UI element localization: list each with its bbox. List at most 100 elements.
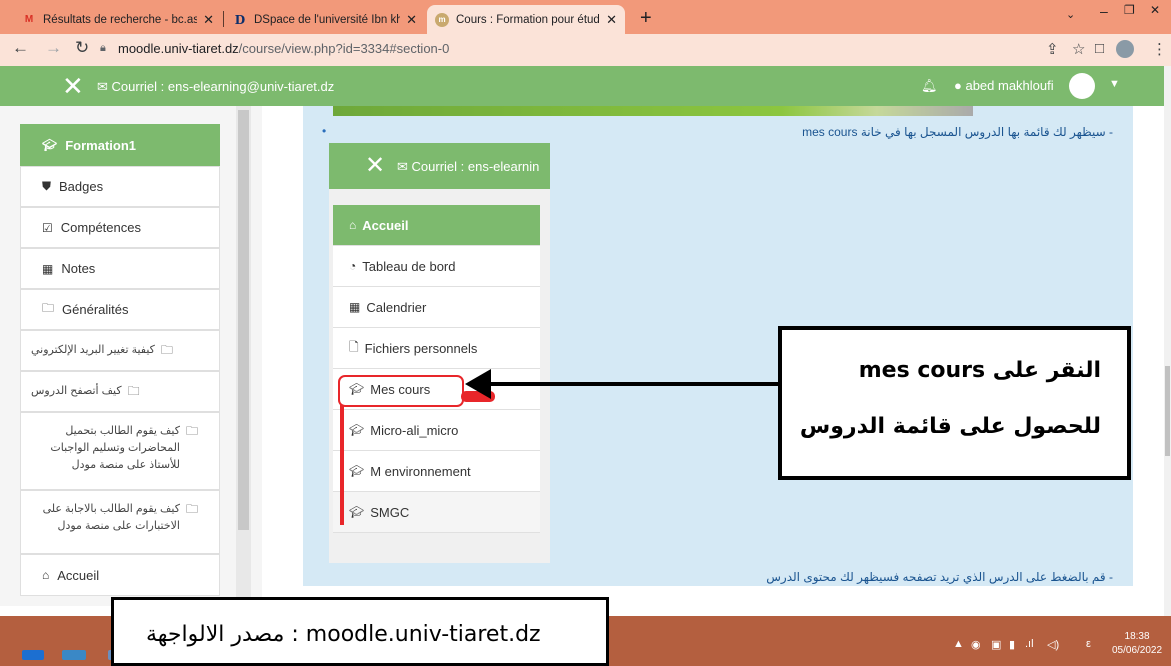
sidepanel-icon[interactable]: □ <box>1095 40 1104 57</box>
browser-tab-3[interactable]: m Cours : Formation pour étudiant ✕ <box>427 5 625 34</box>
profile-avatar[interactable] <box>1116 40 1134 58</box>
user-menu[interactable]: ● abed makhloufi <box>954 78 1054 93</box>
sidebar-item-browse-courses[interactable]: 🗀 كيف أتصفح الدروس <box>20 371 220 412</box>
graduation-cap-icon: 🎓︎ <box>349 505 365 519</box>
sidebar-item-accueil[interactable]: ⌂ Accueil <box>20 554 220 596</box>
sidebar-item-answer-quizzes[interactable]: 🗀 كيف يقوم الطالب بالاجابة على الاختبارات… <box>20 490 220 554</box>
envelope-icon: ✉ <box>97 79 112 94</box>
highlight-line <box>340 405 344 525</box>
forward-icon[interactable]: → <box>45 38 62 58</box>
minimize-icon[interactable]: – <box>1100 3 1108 19</box>
arrow-head-icon <box>465 369 491 399</box>
restore-icon[interactable]: ❐ <box>1124 3 1135 17</box>
clock-time: 18:38 <box>1124 631 1150 642</box>
close-tab-icon[interactable]: ✕ <box>406 12 417 28</box>
bookmark-star-icon[interactable]: ☆ <box>1072 40 1085 58</box>
tab-search-icon[interactable]: ⌄ <box>1066 8 1075 21</box>
clock[interactable]: 18:38 05/06/2022 <box>1112 630 1162 658</box>
user-avatar-icon[interactable] <box>1069 73 1095 99</box>
new-tab-button[interactable]: + <box>640 7 652 30</box>
close-icon: ✕ <box>365 152 386 179</box>
graduation-cap-icon: 🎓︎ <box>349 423 365 437</box>
sidebar-item-upload-assignments[interactable]: 🗀 كيف يقوم الطالب بتحميل المحاضرات وتسليم… <box>20 412 220 490</box>
menu-kebab-icon[interactable]: ⋮ <box>1152 40 1167 58</box>
clock-date: 05/06/2022 <box>1112 645 1163 656</box>
sidebar-item-notes[interactable]: ▦ Notes <box>20 248 220 289</box>
home-icon: ⌂ <box>349 218 357 232</box>
page-scrollbar[interactable] <box>1164 66 1171 616</box>
sidebar-item-email-change[interactable]: 🗀 كيفية تغيير البريد الإلكتروني <box>20 330 220 371</box>
chat-bubble-icon: ● <box>954 78 966 93</box>
url-field[interactable]: moodle.univ-tiaret.dz/course/view.php?id… <box>118 41 449 56</box>
taskbar-app-icon[interactable] <box>62 650 86 660</box>
embedded-email: ✉ Courriel : ens-elearnin <box>397 159 539 175</box>
table-icon: ▦ <box>42 261 54 276</box>
bell-icon[interactable]: 🔔︎ <box>921 78 938 94</box>
browser-tab-1[interactable]: M Résultats de recherche - bc.assist ✕ <box>14 5 222 34</box>
folder-icon: 🗀 <box>42 301 55 315</box>
sidebar-item-label: Accueil <box>57 567 100 583</box>
embedded-menu-environnement: 🎓︎ M environnement <box>333 451 540 492</box>
signal-icon[interactable]: .ıl <box>1025 638 1034 650</box>
menu-label: SMGC <box>370 504 410 520</box>
input-language[interactable]: ε <box>1086 638 1091 650</box>
source-caption-text: مصدر الالواجهة : moodle.univ-tiaret.dz <box>146 622 541 647</box>
banner-image <box>333 106 973 116</box>
sidebar-item-label: كيف يقوم الطالب بتحميل المحاضرات وتسليم … <box>50 425 180 471</box>
close-tab-icon[interactable]: ✕ <box>203 12 214 28</box>
folder-icon: 🗀 <box>160 343 173 357</box>
arrow-shaft <box>488 382 778 386</box>
volume-icon[interactable]: ◁) <box>1047 638 1059 651</box>
sidebar-item-label: Notes <box>61 261 96 276</box>
browser-tab-2[interactable]: D DSpace de l'université Ibn khaldo ✕ <box>225 5 425 34</box>
sidebar-item-label: كيفية تغيير البريد الإلكتروني <box>31 344 155 356</box>
callout-box: النقر على mes cours للحصول على قائمة الد… <box>778 326 1131 480</box>
embedded-menu-smgc: 🎓︎ SMGC <box>333 492 540 533</box>
tray-app-icon[interactable]: ◉ <box>971 638 981 651</box>
graduation-cap-icon: 🎓︎ <box>42 138 58 152</box>
embedded-menu-micro: 🎓︎ Micro-ali_micro <box>333 410 540 451</box>
start-icon[interactable] <box>22 650 44 660</box>
tray-app-icon[interactable]: ▣ <box>991 638 1001 651</box>
tab-title: DSpace de l'université Ibn khaldo <box>254 13 401 26</box>
menu-label: M environnement <box>370 463 471 479</box>
moodle-icon: m <box>435 12 449 27</box>
sidebar-item-competences[interactable]: ☑ Compétences <box>20 207 220 248</box>
graduation-cap-icon: 🎓︎ <box>349 464 365 478</box>
reload-icon[interactable]: ↻ <box>75 38 89 58</box>
close-window-icon[interactable]: ✕ <box>1150 3 1160 17</box>
close-tab-icon[interactable]: ✕ <box>606 12 617 28</box>
sidebar-scrollbar-thumb[interactable] <box>238 110 249 530</box>
menu-label: Tableau de bord <box>362 258 456 274</box>
sidebar-item-badges[interactable]: ⛊ Badges <box>20 166 220 207</box>
sidebar-item-generalites[interactable]: 🗀 Généralités <box>20 289 220 330</box>
instruction-bottom: - قم بالضغط على الدرس الذي تريد تصفحه فس… <box>766 570 1113 584</box>
email-link[interactable]: ✉ Courriel : ens-elearning@univ-tiaret.d… <box>97 79 334 95</box>
share-icon[interactable]: ⇪ <box>1046 40 1059 58</box>
back-icon[interactable]: ← <box>12 38 29 58</box>
lock-icon: 🔒︎ <box>100 42 106 54</box>
battery-icon[interactable]: ▮ <box>1009 638 1015 651</box>
menu-label: Calendrier <box>366 299 427 315</box>
highlight-box <box>338 375 464 407</box>
calendar-icon: ▦ <box>349 300 361 314</box>
sidebar-item-formation1[interactable]: 🎓︎ Formation1 <box>20 124 220 166</box>
menu-label: Micro-ali_micro <box>370 422 459 438</box>
url-path: /course/view.php?id=3334#section-0 <box>238 41 450 56</box>
sidebar-item-label: Formation1 <box>65 137 137 153</box>
scrollbar-thumb[interactable] <box>1165 366 1170 456</box>
tab-title: Résultats de recherche - bc.assist <box>43 13 198 26</box>
envelope-icon: ✉ <box>397 159 412 174</box>
tray-chevron-icon[interactable]: ▲ <box>953 638 964 650</box>
tab-title: Cours : Formation pour étudiant <box>456 13 600 26</box>
close-drawer-icon[interactable]: ✕ <box>62 71 84 102</box>
bullet: • <box>322 124 327 138</box>
home-icon: ⌂ <box>42 568 50 582</box>
embedded-navbar: ✕ ✉ Courriel : ens-elearnin <box>329 143 550 189</box>
folder-icon: 🗀 <box>127 384 140 398</box>
moodle-navbar: ✕ ✉ Courriel : ens-elearning@univ-tiaret… <box>0 66 1171 106</box>
embedded-menu-calendrier: ▦ Calendrier <box>333 287 540 328</box>
chevron-down-icon[interactable]: ▼ <box>1109 78 1120 90</box>
sidebar-item-label: Compétences <box>60 220 141 235</box>
instruction-top: - سيظهر لك قائمة بها الدروس المسجل بها ف… <box>802 125 1113 139</box>
